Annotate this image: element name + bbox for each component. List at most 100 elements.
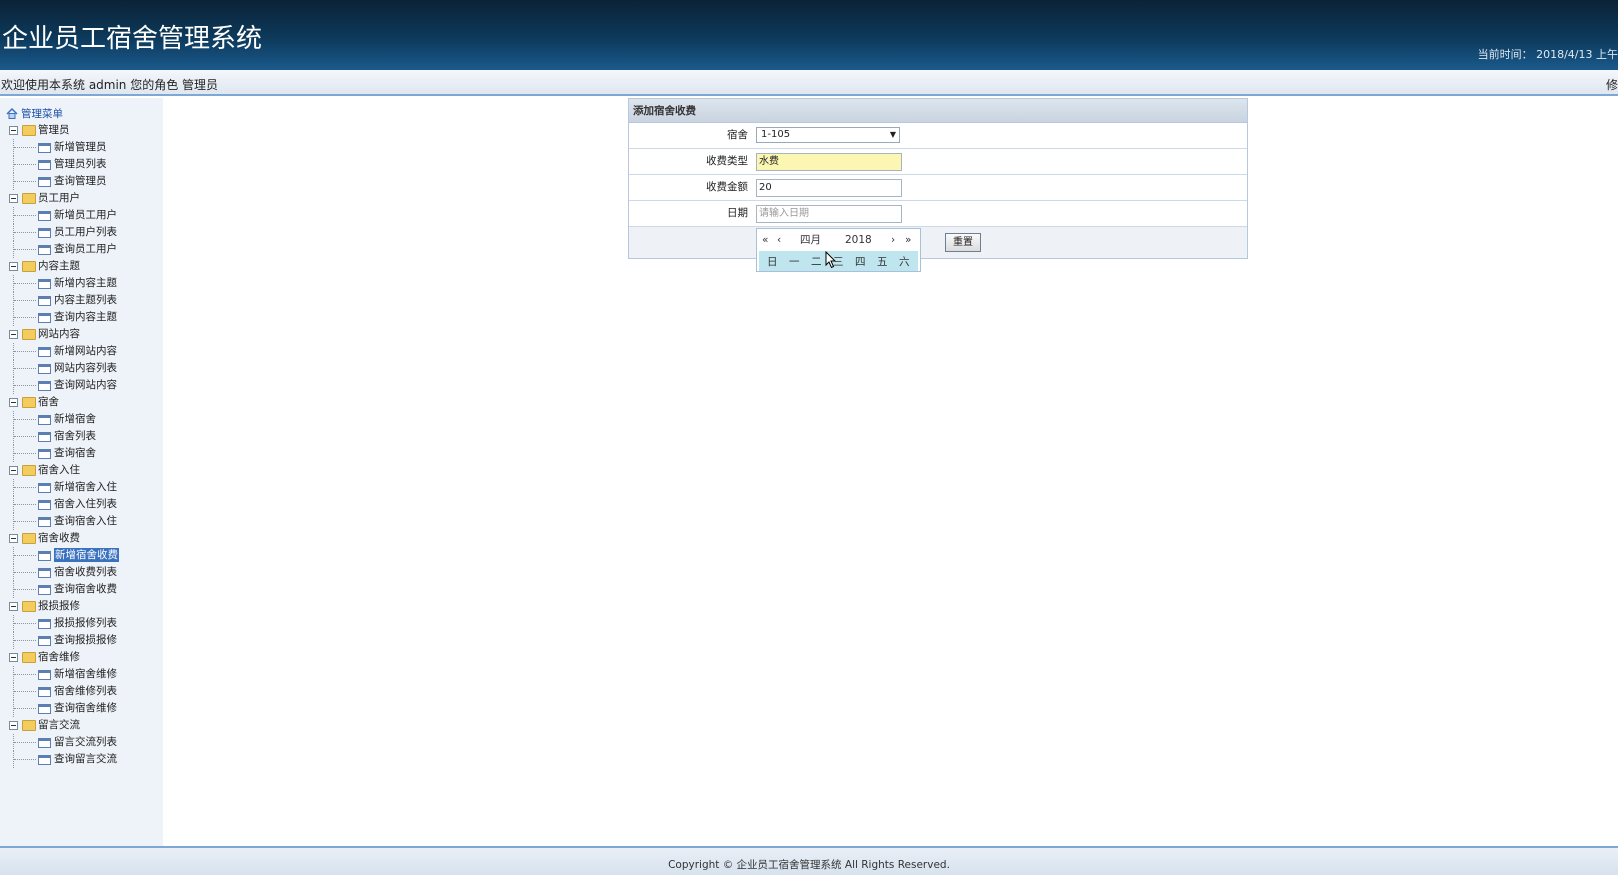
tree-line (14, 436, 36, 437)
form-title: 添加宿舍收费 (629, 99, 1247, 123)
app-header: 企业员工宿舍管理系统 当前时间： 2018/4/13 上午 (0, 0, 1618, 70)
welcome-text: 欢迎使用本系统 admin 您的角色 管理员 (1, 78, 219, 92)
menu-group: 员工用户 新增员工用户 员工用户列表 查询员工用户 (4, 190, 119, 258)
sidebar-item[interactable]: 查询员工用户 (4, 241, 119, 258)
sidebar-item[interactable]: 新增管理员 (4, 139, 119, 156)
collapse-icon[interactable] (9, 262, 18, 271)
sidebar-item[interactable]: 新增宿舍 (4, 411, 119, 428)
sidebar-item[interactable]: 查询宿舍 (4, 445, 119, 462)
date-picker-header: « ‹ 四月 2018 › » (757, 229, 920, 251)
menu-group-header[interactable]: 内容主题 (4, 258, 119, 275)
sidebar-item-label: 新增管理员 (54, 141, 107, 153)
menu-root[interactable]: 管理菜单 (4, 106, 119, 122)
sidebar-item[interactable]: 宿舍列表 (4, 428, 119, 445)
chevron-down-icon: ▼ (889, 130, 896, 139)
collapse-icon[interactable] (9, 330, 18, 339)
collapse-icon[interactable] (9, 398, 18, 407)
sidebar-item[interactable]: 查询管理员 (4, 173, 119, 190)
sidebar-item[interactable]: 管理员列表 (4, 156, 119, 173)
sidebar-item[interactable]: 宿舍入住列表 (4, 496, 119, 513)
sidebar-item-label: 留言交流列表 (54, 736, 117, 748)
weekday-row: 日一二三四五六 (759, 251, 918, 271)
folder-icon (22, 193, 36, 204)
menu-group-header[interactable]: 宿舍维修 (4, 649, 119, 666)
fee-type-label: 收费类型 (706, 155, 748, 167)
menu-group-header[interactable]: 宿舍收费 (4, 530, 119, 547)
menu-group-header[interactable]: 管理员 (4, 122, 119, 139)
menu-group: 宿舍维修新增宿舍维修 宿舍维修列表 查询宿舍维修 (4, 649, 119, 717)
sidebar-item[interactable]: 报损报修列表 (4, 615, 119, 632)
page-icon (38, 619, 51, 629)
sidebar-item[interactable]: 新增内容主题 (4, 275, 119, 292)
page-icon (38, 568, 51, 578)
change-password-link[interactable]: 修 (1606, 76, 1618, 93)
sidebar-item[interactable]: 员工用户列表 (4, 224, 119, 241)
weekday-label: 四 (855, 256, 866, 268)
sidebar-item[interactable]: 查询宿舍维修 (4, 700, 119, 717)
sidebar-item[interactable]: 查询网站内容 (4, 377, 119, 394)
sidebar-item[interactable]: 内容主题列表 (4, 292, 119, 309)
collapse-icon[interactable] (9, 466, 18, 475)
sidebar-item[interactable]: 宿舍维修列表 (4, 683, 119, 700)
prev-year-icon[interactable]: « (762, 229, 768, 251)
calendar-year[interactable]: 2018 (845, 229, 872, 251)
menu-group: 管理员新增管理员管理员列表查询管理员 (4, 122, 119, 190)
sidebar-item[interactable]: 留言交流列表 (4, 734, 119, 751)
sidebar-item-label: 宿舍列表 (54, 430, 96, 442)
next-year-icon[interactable]: » (905, 229, 911, 251)
tree-line (14, 368, 36, 369)
menu-tree: 管理菜单 管理员 新增管理员 管理员列表 查询管理员 员工用户 新增员工用户 员工用户列表查… (4, 106, 119, 768)
menu-group-header[interactable]: 宿舍入住 (4, 462, 119, 479)
dorm-select[interactable]: 1-105 ▼ (756, 127, 900, 143)
menu-group: 宿舍收费 新增宿舍收费 宿舍收费列表查询宿舍收费 (4, 530, 119, 598)
menu-group-header[interactable]: 报损报修 (4, 598, 119, 615)
sidebar-item[interactable]: 查询宿舍入住 (4, 513, 119, 530)
sidebar-item[interactable]: 新增宿舍收费 (4, 547, 119, 564)
menu-group-label: 报损报修 (38, 600, 80, 612)
sidebar-item[interactable]: 查询宿舍收费 (4, 581, 119, 598)
prev-month-icon[interactable]: ‹ (777, 229, 781, 251)
page-icon (38, 296, 51, 306)
tree-line (14, 215, 36, 216)
sidebar-item[interactable]: 宿舍收费列表 (4, 564, 119, 581)
menu-group-header[interactable]: 宿舍 (4, 394, 119, 411)
sidebar-item[interactable]: 新增宿舍入住 (4, 479, 119, 496)
sidebar-item[interactable]: 新增员工用户 (4, 207, 119, 224)
menu-group-header[interactable]: 网站内容 (4, 326, 119, 343)
sidebar-item-label: 管理员列表 (54, 158, 107, 170)
tree-line (14, 708, 36, 709)
sidebar-item[interactable]: 新增网站内容 (4, 343, 119, 360)
sidebar-item[interactable]: 查询报损报修 (4, 632, 119, 649)
collapse-icon[interactable] (9, 534, 18, 543)
menu-group-header[interactable]: 员工用户 (4, 190, 119, 207)
date-input[interactable]: 请输入日期 (756, 205, 902, 223)
sidebar-item[interactable]: 查询内容主题 (4, 309, 119, 326)
next-month-icon[interactable]: › (891, 229, 895, 251)
current-time-label: 当前时间： (1477, 48, 1533, 61)
calendar-month[interactable]: 四月 (800, 229, 821, 251)
collapse-icon[interactable] (9, 194, 18, 203)
sidebar-item-label: 新增网站内容 (54, 345, 117, 357)
collapse-icon[interactable] (9, 126, 18, 135)
fee-amount-label: 收费金额 (706, 181, 748, 193)
menu-group-label: 宿舍入住 (38, 464, 80, 476)
fee-amount-input[interactable]: 20 (756, 179, 902, 197)
fee-type-input[interactable]: 水费 (756, 153, 902, 171)
menu-group-header[interactable]: 留言交流 (4, 717, 119, 734)
tree-line (14, 181, 36, 182)
collapse-icon[interactable] (9, 602, 18, 611)
collapse-icon[interactable] (9, 653, 18, 662)
sidebar-item-label: 查询宿舍收费 (54, 583, 117, 595)
menu-root-label: 管理菜单 (21, 108, 63, 120)
menu-group-label: 宿舍维修 (38, 651, 80, 663)
mouse-cursor-icon (825, 251, 837, 269)
sidebar-item[interactable]: 新增宿舍维修 (4, 666, 119, 683)
page-icon (38, 143, 51, 153)
reset-button[interactable]: 重置 (945, 233, 981, 252)
tree-line (14, 674, 36, 675)
sidebar-item[interactable]: 网站内容列表 (4, 360, 119, 377)
menu-group: 宿舍 新增宿舍宿舍列表查询宿舍 (4, 394, 119, 462)
tree-line (14, 283, 36, 284)
collapse-icon[interactable] (9, 721, 18, 730)
sidebar-item[interactable]: 查询留言交流 (4, 751, 119, 768)
